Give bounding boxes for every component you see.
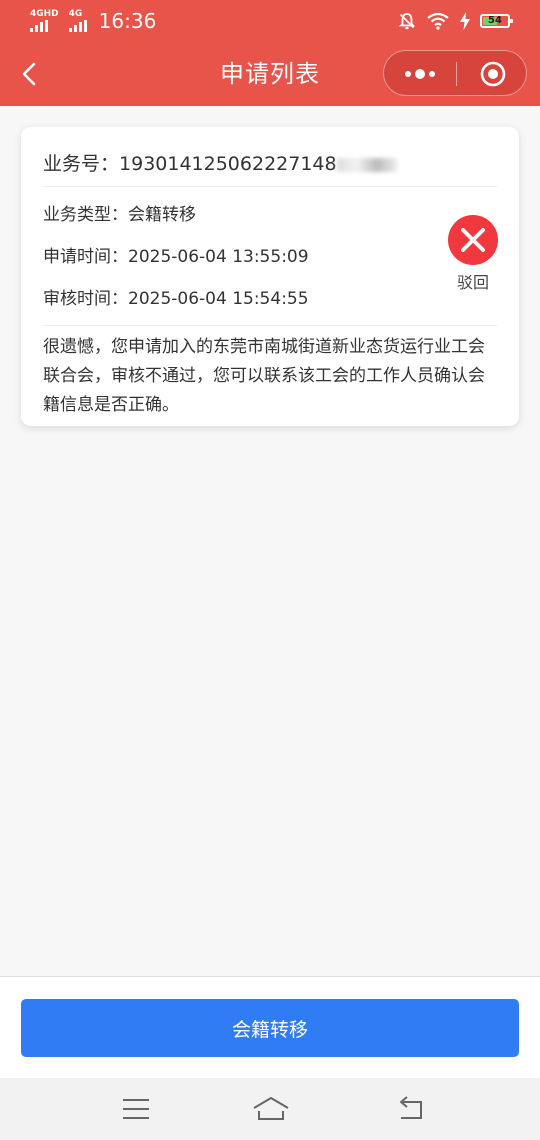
apply-time-row: 申请时间：2025-06-04 13:55:09 xyxy=(43,244,309,270)
status-bar: 4GHD 4G 16:36 54 xyxy=(0,0,540,42)
apply-time-label: 申请时间： xyxy=(43,247,128,267)
membership-transfer-button[interactable]: 会籍转移 xyxy=(21,999,519,1057)
system-nav-bar xyxy=(0,1078,540,1140)
business-type-value: 会籍转移 xyxy=(128,205,196,225)
apply-time-value: 2025-06-04 13:55:09 xyxy=(128,247,309,267)
footer: 会籍转移 xyxy=(0,976,540,1079)
business-number-value: 193014125062227148 xyxy=(119,153,337,175)
reject-x-icon xyxy=(448,215,498,265)
target-circle-icon xyxy=(480,61,506,87)
business-number: 业务号：193014125062227148 xyxy=(43,147,397,181)
network-type-2: 4G xyxy=(68,9,83,19)
menu-button[interactable] xyxy=(120,1094,152,1124)
signal-icon: 4GHD xyxy=(30,10,59,32)
review-message: 很遗憾，您申请加入的东莞市南城街道新业态货运行业工会联合会，审核不通过，您可以联… xyxy=(43,337,485,415)
capsule-close-button[interactable] xyxy=(456,51,528,97)
business-type-label: 业务类型： xyxy=(43,205,128,225)
divider xyxy=(43,325,497,326)
home-icon xyxy=(253,1097,289,1120)
mini-program-capsule xyxy=(383,50,527,96)
wifi-icon xyxy=(427,12,449,30)
status-right: 54 xyxy=(398,8,513,34)
nav-bar: 申请列表 xyxy=(0,42,540,106)
more-dots-icon xyxy=(405,69,435,79)
status-badge: 驳回 xyxy=(456,273,489,292)
status-left: 4GHD 4G 16:36 xyxy=(30,8,156,34)
divider xyxy=(43,186,497,187)
battery-icon: 54 xyxy=(480,14,513,28)
review-time-row: 审核时间：2025-06-04 15:54:55 xyxy=(43,286,309,312)
clock: 16:36 xyxy=(98,9,157,33)
back-arrow-icon xyxy=(400,1096,422,1119)
menu-lines-icon xyxy=(123,1099,149,1119)
business-number-label: 业务号： xyxy=(43,153,120,175)
home-button[interactable] xyxy=(252,1094,290,1124)
system-back-button[interactable] xyxy=(396,1094,428,1124)
review-time-value: 2025-06-04 15:54:55 xyxy=(128,289,309,309)
application-card[interactable]: 业务号：193014125062227148 业务类型：会籍转移 申请时间：20… xyxy=(21,127,519,426)
redaction-blur xyxy=(336,157,397,172)
network-type-1: 4GHD xyxy=(30,9,59,19)
mute-bell-icon xyxy=(398,13,416,30)
business-type-row: 业务类型：会籍转移 xyxy=(43,202,196,228)
charging-bolt-icon xyxy=(460,12,470,30)
review-time-label: 审核时间： xyxy=(43,289,128,309)
signal-icon-2: 4G xyxy=(68,9,87,32)
battery-level: 54 xyxy=(488,15,502,26)
more-button[interactable] xyxy=(384,51,456,97)
